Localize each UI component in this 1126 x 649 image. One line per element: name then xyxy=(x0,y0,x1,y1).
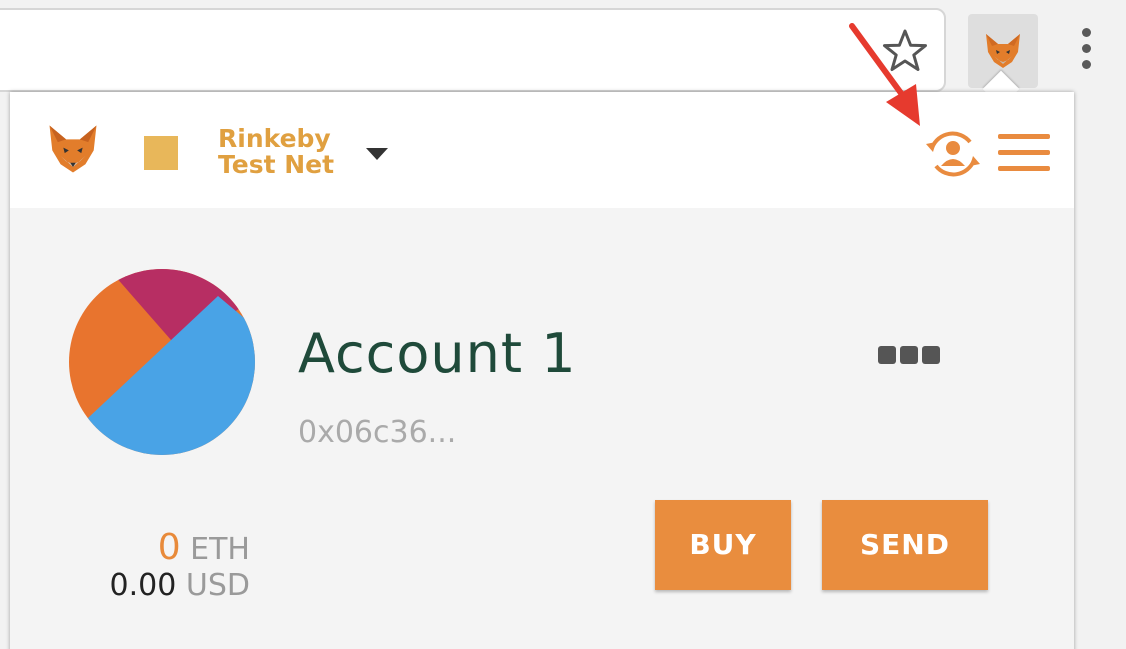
metamask-fox-icon xyxy=(986,34,1020,68)
network-selector[interactable]: Rinkeby Test Net xyxy=(218,126,358,178)
hamburger-menu-icon[interactable] xyxy=(998,134,1050,174)
usd-amount: 0.00 xyxy=(109,568,177,603)
eth-amount: 0 xyxy=(157,527,181,568)
eth-balance-row: 0 ETH xyxy=(40,530,250,568)
account-name[interactable]: Account 1 xyxy=(298,324,577,384)
caret-down-icon[interactable] xyxy=(366,148,388,160)
network-name-line1: Rinkeby xyxy=(218,124,331,153)
usd-balance-row: 0.00 USD xyxy=(40,568,250,604)
eth-unit: ETH xyxy=(190,532,250,567)
buy-button[interactable]: BUY xyxy=(655,500,791,590)
network-name-line2: Test Net xyxy=(218,150,335,179)
kebab-menu-icon[interactable] xyxy=(1076,28,1096,78)
account-balance: 0 ETH 0.00 USD xyxy=(40,530,250,604)
screenshot: Rinkeby Test Net Account 1 0x06c36... 0 … xyxy=(0,0,1126,649)
address-bar[interactable] xyxy=(0,8,946,92)
browser-toolbar xyxy=(0,0,1126,92)
account-address[interactable]: 0x06c36... xyxy=(298,416,456,450)
more-dots-icon[interactable] xyxy=(878,346,948,368)
account-identicon[interactable] xyxy=(68,268,256,456)
metamask-popup: Rinkeby Test Net Account 1 0x06c36... 0 … xyxy=(10,92,1074,649)
red-arrow-icon xyxy=(849,23,920,126)
usd-unit: USD xyxy=(185,568,250,603)
send-button[interactable]: SEND xyxy=(822,500,988,590)
network-color-indicator[interactable] xyxy=(144,136,178,170)
metamask-fox-icon[interactable] xyxy=(44,120,102,178)
